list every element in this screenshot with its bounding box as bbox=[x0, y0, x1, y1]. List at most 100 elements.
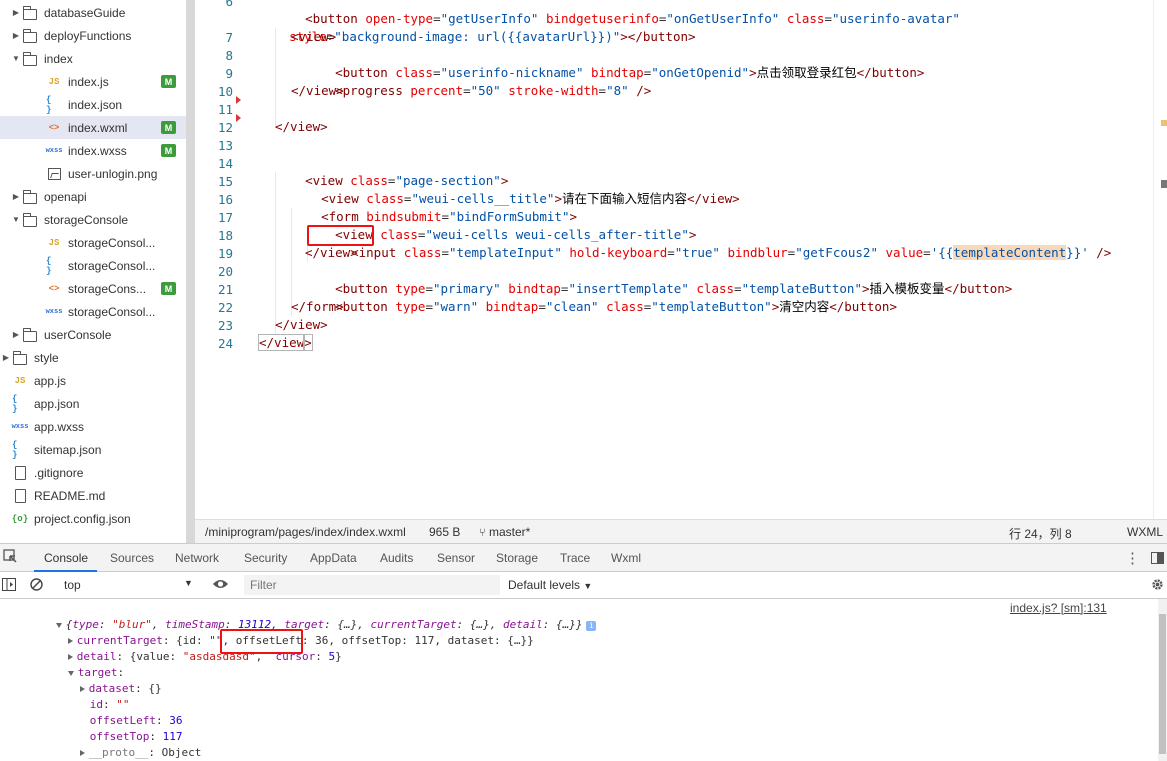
scroll-marker bbox=[1161, 120, 1167, 126]
git-branch[interactable]: ⑂ master* bbox=[479, 525, 530, 539]
sidebar-item[interactable]: ▼ index bbox=[0, 47, 186, 70]
tab-sensor[interactable]: Sensor bbox=[437, 551, 475, 565]
folder-icon bbox=[22, 5, 38, 21]
sidebar-item-label: storageCons... bbox=[68, 281, 147, 296]
sidebar-item[interactable]: ▼ storageConsole bbox=[0, 208, 186, 231]
sidebar-item-label: user-unlogin.png bbox=[68, 166, 158, 181]
context-selector[interactable]: top bbox=[64, 578, 81, 592]
sidebar-item[interactable]: ▶ deployFunctions bbox=[0, 24, 186, 47]
sidebar-item[interactable]: .gitignore bbox=[0, 461, 186, 484]
sidebar-item-label: style bbox=[34, 350, 59, 365]
tab-wxml[interactable]: Wxml bbox=[611, 551, 641, 565]
language-mode[interactable]: WXML bbox=[1127, 525, 1163, 539]
chevron-right-icon[interactable]: ▶ bbox=[0, 353, 12, 362]
file-explorer: ▶ databaseGuide ▶ deployFunctions ▼ index JS in… bbox=[0, 0, 186, 543]
sidebar-item-label: deployFunctions bbox=[44, 28, 132, 43]
live-expression-eye-icon[interactable] bbox=[212, 578, 229, 593]
sidebar-item[interactable]: ▶ databaseGuide bbox=[0, 1, 186, 24]
tab-trace[interactable]: Trace bbox=[560, 551, 590, 565]
sidebar-item-label: storageConsol... bbox=[68, 235, 156, 250]
code-line-19: </view> bbox=[305, 245, 358, 260]
chevron-right-icon[interactable]: ▶ bbox=[10, 8, 22, 17]
sidebar-item[interactable]: JS storageConsol... bbox=[0, 231, 186, 254]
chevron-right-icon[interactable]: ▶ bbox=[10, 31, 22, 40]
json-file-icon: { } bbox=[12, 439, 18, 460]
diff-marker-icon bbox=[236, 96, 241, 104]
sidebar-item-label: sitemap.json bbox=[34, 442, 102, 457]
more-options-icon[interactable]: ⋮ bbox=[1125, 549, 1140, 567]
editor-scrollbar[interactable] bbox=[1153, 0, 1167, 519]
log-levels-dropdown[interactable]: Default levels ▼ bbox=[508, 578, 592, 592]
status-bar: /miniprogram/pages/index/index.wxml 965 … bbox=[195, 519, 1167, 543]
chevron-down-icon[interactable]: ▼ bbox=[10, 215, 22, 224]
dock-side-icon[interactable] bbox=[1151, 552, 1164, 567]
line-number: 13 bbox=[217, 138, 233, 153]
sidebar-item[interactable]: { } app.json bbox=[0, 392, 186, 415]
file-size: 965 B bbox=[429, 525, 461, 539]
git-branch-label: master* bbox=[488, 525, 531, 539]
sidebar-item[interactable]: ▶ userConsole bbox=[0, 323, 186, 346]
clear-console-icon[interactable] bbox=[30, 578, 43, 594]
sidebar-item[interactable]: ▶ style bbox=[0, 346, 186, 369]
sidebar-item[interactable]: { } sitemap.json bbox=[0, 438, 186, 461]
inspect-element-icon[interactable] bbox=[3, 549, 18, 567]
sidebar-item-label: storageConsol... bbox=[68, 304, 156, 319]
tab-security[interactable]: Security bbox=[244, 551, 287, 565]
log-levels-label: Default levels bbox=[508, 578, 581, 592]
console-source-link[interactable]: index.js? [sm]:131 bbox=[1010, 601, 1107, 615]
cursor-position[interactable]: 行 24，列 8 bbox=[1009, 525, 1072, 542]
json-file-icon: { } bbox=[12, 393, 18, 414]
line-number: 24 bbox=[217, 336, 233, 351]
sidebar-item[interactable]: wxss app.wxss bbox=[0, 415, 186, 438]
sidebar-item[interactable]: JS index.js M bbox=[0, 70, 186, 93]
tab-storage[interactable]: Storage bbox=[496, 551, 538, 565]
settings-gear-icon[interactable] bbox=[1150, 577, 1165, 595]
git-branch-icon: ⑂ bbox=[479, 527, 486, 539]
chevron-right-icon[interactable]: ▶ bbox=[10, 330, 22, 339]
folder-icon bbox=[22, 28, 38, 44]
tab-sources[interactable]: Sources bbox=[110, 551, 154, 565]
wxml-file-icon: <> bbox=[48, 122, 60, 133]
folder-icon bbox=[12, 350, 28, 366]
tab-console[interactable]: Console bbox=[44, 551, 88, 565]
line-number: 19 bbox=[217, 246, 233, 261]
folder-icon bbox=[22, 51, 38, 67]
sidebar-item[interactable]: { } storageConsol... bbox=[0, 254, 186, 277]
context-dropdown-icon[interactable]: ▼ bbox=[184, 578, 193, 588]
code-line-7: <view> bbox=[291, 29, 337, 44]
chevron-right-icon[interactable]: ▶ bbox=[10, 192, 22, 201]
wxss-file-icon: wxss bbox=[11, 422, 29, 431]
tab-network[interactable]: Network bbox=[175, 551, 219, 565]
tab-audits[interactable]: Audits bbox=[380, 551, 413, 565]
tab-appdata[interactable]: AppData bbox=[310, 551, 357, 565]
sidebar-item[interactable]: JS app.js bbox=[0, 369, 186, 392]
json-file-icon: { } bbox=[46, 94, 52, 115]
sidebar-item[interactable]: README.md bbox=[0, 484, 186, 507]
scroll-thumb[interactable] bbox=[1159, 614, 1166, 754]
sidebar-item-label: index bbox=[44, 51, 73, 66]
image-file-icon bbox=[46, 167, 62, 181]
sidebar-item[interactable]: wxss index.wxss M bbox=[0, 139, 186, 162]
console-scrollbar[interactable] bbox=[1158, 599, 1167, 761]
sidebar-toggle-icon[interactable] bbox=[2, 578, 16, 594]
sidebar-item-label: storageConsole bbox=[44, 212, 129, 227]
sidebar-item[interactable]: <> index.wxml M bbox=[0, 116, 186, 139]
console-filter-input[interactable] bbox=[244, 575, 500, 595]
folder-icon bbox=[22, 327, 38, 343]
sidebar-item[interactable]: wxss storageConsol... bbox=[0, 300, 186, 323]
sidebar-item[interactable]: <> storageCons... M bbox=[0, 277, 186, 300]
line-number: 8 bbox=[225, 48, 233, 63]
sidebar-item[interactable]: {o} project.config.json bbox=[0, 507, 186, 530]
code-editor[interactable]: 6 7 8 9 10 11 12 13 14 15 16 17 18 19 20 21 22 23 24 <butt… bbox=[195, 0, 1167, 519]
chevron-down-icon[interactable]: ▼ bbox=[10, 54, 22, 63]
code-line-9: <progress percent="50" stroke-width="8" … bbox=[335, 83, 652, 98]
sidebar-scrollbar[interactable] bbox=[186, 0, 195, 543]
line-number: 15 bbox=[217, 174, 233, 189]
code-line-12: </view> bbox=[275, 119, 328, 134]
line-number: 6 bbox=[225, 0, 233, 9]
js-file-icon: JS bbox=[48, 237, 60, 248]
info-icon[interactable]: i bbox=[586, 621, 597, 631]
sidebar-item[interactable]: user-unlogin.png bbox=[0, 162, 186, 185]
sidebar-item[interactable]: { } index.json bbox=[0, 93, 186, 116]
sidebar-item[interactable]: ▶ openapi bbox=[0, 185, 186, 208]
